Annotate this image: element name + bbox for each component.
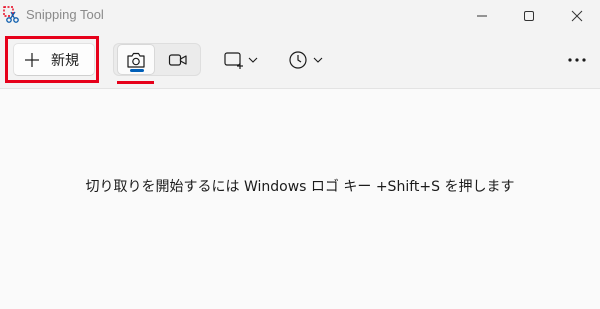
chevron-down-icon — [313, 57, 323, 63]
close-icon — [571, 10, 583, 22]
camera-icon — [127, 52, 145, 68]
new-snip-label: 新規 — [51, 52, 79, 69]
more-options-button[interactable] — [562, 46, 592, 74]
selected-mode-indicator — [130, 69, 144, 72]
toolbar: 新規 — [0, 32, 600, 88]
start-snip-hint: 切り取りを開始するには Windows ロゴ キー +Shift+S を押します — [85, 179, 515, 195]
delay-timer-dropdown[interactable] — [287, 46, 333, 74]
snipping-tool-window: Snipping Tool 新規 切り取りを開始するには Windows ロゴ … — [0, 0, 600, 309]
snipping-tool-app-icon — [3, 6, 21, 24]
video-mode-button[interactable] — [159, 44, 197, 75]
close-button[interactable] — [554, 0, 600, 32]
screenshot-mode-button[interactable] — [117, 44, 155, 75]
window-title: Snipping Tool — [26, 7, 104, 22]
plus-icon — [25, 52, 39, 67]
minimize-icon — [477, 15, 487, 17]
chevron-down-icon — [248, 57, 258, 63]
new-snip-button[interactable]: 新規 — [13, 43, 95, 76]
title-bar: Snipping Tool — [0, 0, 600, 32]
snip-canvas-area: 切り取りを開始するには Windows ロゴ キー +Shift+S を押します — [0, 89, 600, 309]
maximize-button[interactable] — [506, 0, 552, 32]
minimize-button[interactable] — [459, 0, 505, 32]
snip-shape-dropdown[interactable] — [222, 46, 268, 74]
ellipsis-icon — [568, 58, 586, 62]
rectangle-snip-icon — [224, 52, 243, 69]
clock-icon — [289, 51, 307, 69]
mode-highlight-underline — [117, 81, 154, 84]
maximize-icon — [524, 11, 534, 21]
video-camera-icon — [168, 53, 187, 66]
